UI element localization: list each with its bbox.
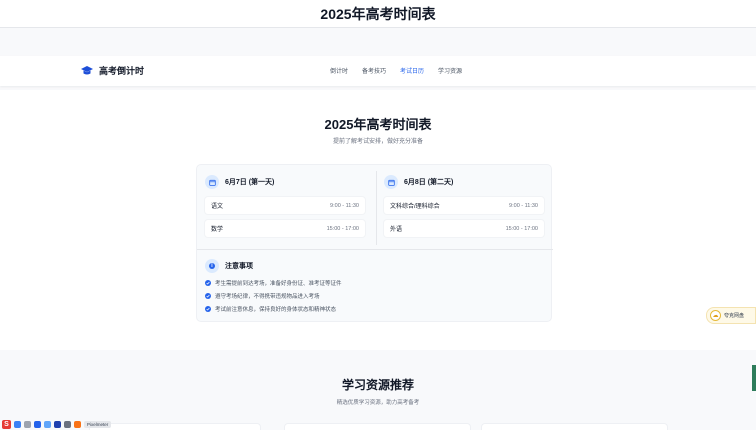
microphone-icon[interactable] xyxy=(34,421,41,428)
day-title: 6月8日 (第二天) xyxy=(404,179,454,186)
language-icon[interactable] xyxy=(14,421,21,428)
nav-item-tips[interactable]: 备考技巧 xyxy=(362,66,386,75)
exam-time: 9:00 - 11:30 xyxy=(330,202,359,209)
notes-divider xyxy=(197,249,553,250)
schedule-card: 6月7日 (第一天) 语文 9:00 - 11:30 数学 15:00 - 17… xyxy=(196,164,553,322)
nav-item-calendar[interactable]: 考试日历 xyxy=(400,66,424,75)
notes-block: i 注意事项 考生需提前到达考场，准备好身份证、准考证等证件 遵守考场纪律，不得… xyxy=(205,258,535,313)
note-text: 遵守考场纪律，不得携带违规物品进入考场 xyxy=(215,294,320,300)
exam-subject: 外语 xyxy=(390,227,403,233)
exam-row: 外语 15:00 - 17:00 xyxy=(384,220,544,237)
day-title: 6月7日 (第一天) xyxy=(225,179,275,186)
day-header: 6月8日 (第二天) xyxy=(384,173,544,191)
tray-pill[interactable]: Pixelmeter xyxy=(84,421,112,428)
note-text: 考试前注意休息，保持良好的身体状态和精神状态 xyxy=(215,307,337,313)
skin-icon[interactable] xyxy=(54,421,61,428)
calendar-icon xyxy=(205,175,219,189)
column-divider xyxy=(376,171,377,245)
section-subtitle: 提前了解考试安排，做好充分准备 xyxy=(332,139,423,145)
resource-card[interactable] xyxy=(285,424,470,430)
exam-subject: 数学 xyxy=(211,227,224,233)
notes-header: i 注意事项 xyxy=(205,258,535,274)
brand[interactable]: 高考倒计时 xyxy=(80,64,144,77)
cloud-drive-widget[interactable]: ☁ 夸克网盘 xyxy=(706,307,756,324)
nav-links: 倒计时 备考技巧 考试日历 学习资源 xyxy=(330,66,462,75)
exam-time: 15:00 - 17:00 xyxy=(326,225,359,232)
toolbox-icon[interactable] xyxy=(64,421,71,428)
ime-logo-icon[interactable]: S xyxy=(2,420,11,429)
nav-item-countdown[interactable]: 倒计时 xyxy=(330,66,348,75)
day-header: 6月7日 (第一天) xyxy=(205,173,365,191)
note-text: 考生需提前到达考场，准备好身份证、准考证等证件 xyxy=(215,281,342,287)
system-tray: S Pixelmeter xyxy=(0,419,112,430)
resource-card[interactable] xyxy=(482,424,667,430)
side-tab-handle[interactable] xyxy=(752,365,756,391)
check-circle-icon xyxy=(205,293,211,299)
notes-title: 注意事项 xyxy=(225,263,253,270)
top-title-bar: 2025年高考时间表 xyxy=(0,0,756,28)
check-circle-icon xyxy=(205,306,211,312)
resources-title: 学习资源推荐 xyxy=(341,378,414,392)
keyboard-icon[interactable] xyxy=(44,421,51,428)
cloud-drive-label: 夸克网盘 xyxy=(724,313,745,319)
exam-row: 语文 9:00 - 11:30 xyxy=(205,197,365,214)
check-circle-icon xyxy=(205,280,211,286)
graduation-cap-icon xyxy=(80,65,94,77)
section-title: 2025年高考时间表 xyxy=(324,117,432,132)
punctuation-icon[interactable] xyxy=(24,421,31,428)
navbar: 高考倒计时 倒计时 备考技巧 考试日历 学习资源 xyxy=(0,56,756,86)
exam-row: 数学 15:00 - 17:00 xyxy=(205,220,365,237)
cloud-icon: ☁ xyxy=(710,310,721,321)
exam-time: 9:00 - 11:30 xyxy=(509,202,538,209)
note-item: 遵守考场纪律，不得携带违规物品进入考场 xyxy=(205,292,535,300)
exam-time: 15:00 - 17:00 xyxy=(505,225,538,232)
resources-subtitle: 精选优质学习资源，助力高考备考 xyxy=(336,400,420,406)
brand-name: 高考倒计时 xyxy=(99,66,145,76)
day-column-1: 6月7日 (第一天) 语文 9:00 - 11:30 数学 15:00 - 17… xyxy=(205,173,365,237)
calendar-icon xyxy=(384,175,398,189)
info-icon: i xyxy=(205,259,219,273)
note-item: 考生需提前到达考场，准备好身份证、准考证等证件 xyxy=(205,279,535,287)
nav-item-resources[interactable]: 学习资源 xyxy=(438,66,462,75)
top-page-title: 2025年高考时间表 xyxy=(320,5,436,22)
plugin-icon[interactable] xyxy=(74,421,81,428)
schedule-section: 2025年高考时间表 提前了解考试安排，做好充分准备 6月7日 (第一天) 语文… xyxy=(0,90,756,350)
exam-subject: 语文 xyxy=(211,204,224,210)
note-item: 考试前注意休息，保持良好的身体状态和精神状态 xyxy=(205,305,535,313)
resource-card[interactable] xyxy=(90,424,260,430)
exam-row: 文科综合/理科综合 9:00 - 11:30 xyxy=(384,197,544,214)
exam-subject: 文科综合/理科综合 xyxy=(390,204,440,210)
day-column-2: 6月8日 (第二天) 文科综合/理科综合 9:00 - 11:30 外语 15:… xyxy=(384,173,544,237)
